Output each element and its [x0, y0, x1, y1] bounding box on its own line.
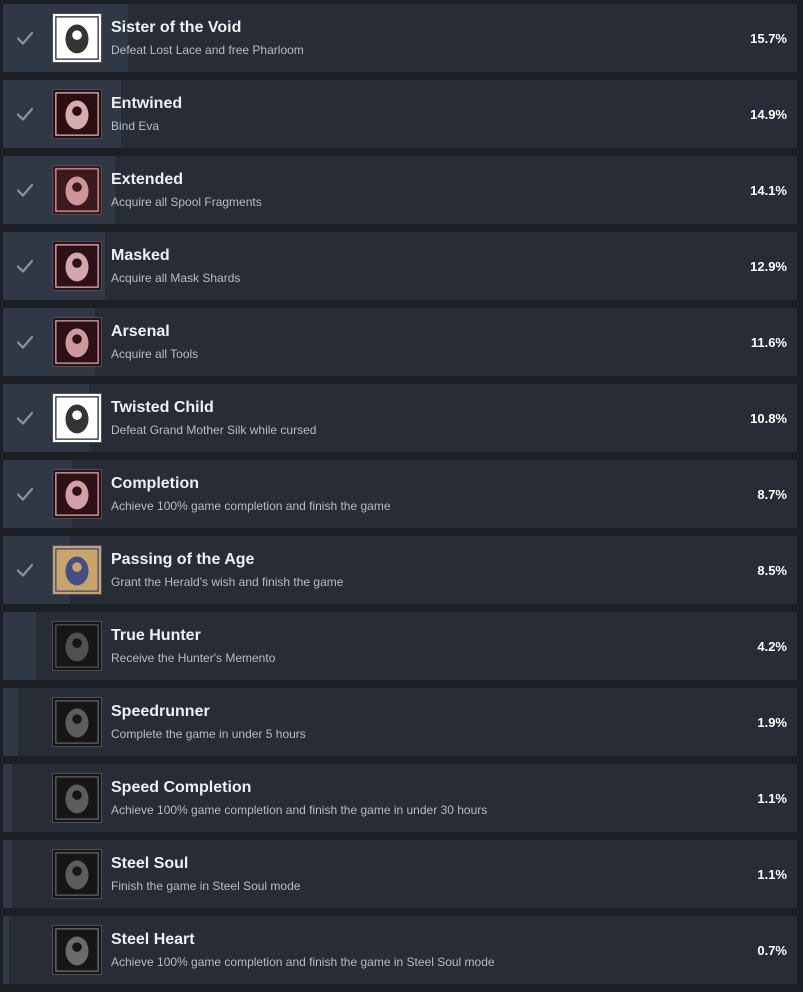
- tools-icon: [52, 317, 102, 367]
- checkmark-icon: [16, 487, 34, 501]
- achievement-name: Speedrunner: [111, 703, 210, 720]
- achievement-description: Achieve 100% game completion and finish …: [111, 803, 488, 817]
- achievement-unlock-percent: 8.5%: [757, 563, 787, 578]
- achievement-unlock-percent: 1.9%: [757, 715, 787, 730]
- achievement-description: Acquire all Tools: [111, 347, 199, 361]
- achievement-row[interactable]: Completion Achieve 100% game completion …: [3, 460, 797, 528]
- achievement-name: Steel Heart: [111, 931, 195, 948]
- checkmark-icon: [16, 183, 34, 197]
- checkmark-icon: [16, 335, 34, 349]
- checkmark-icon: [16, 411, 34, 425]
- achievement-row[interactable]: Sister of the Void Defeat Lost Lace and …: [3, 4, 797, 72]
- achievement-row[interactable]: True Hunter Receive the Hunter's Memento…: [3, 612, 797, 680]
- steel-heart-icon: [52, 925, 102, 975]
- achievement-name: Extended: [111, 171, 184, 188]
- achievement-unlock-percent: 12.9%: [750, 259, 787, 274]
- global-unlock-progress-fill: [3, 840, 12, 908]
- achievement-description: Finish the game in Steel Soul mode: [111, 879, 301, 893]
- herald-icon: [52, 545, 102, 595]
- achievement-row[interactable]: Steel Soul Finish the game in Steel Soul…: [3, 840, 797, 908]
- global-unlock-progress-fill: [3, 612, 37, 680]
- void-sister-icon: [52, 13, 102, 63]
- achievement-unlock-percent: 8.7%: [757, 487, 787, 502]
- achievement-name: Sister of the Void: [111, 19, 242, 36]
- global-unlock-progress-fill: [3, 764, 12, 832]
- achievement-unlock-percent: 11.6%: [750, 335, 787, 350]
- achievement-row[interactable]: Arsenal Acquire all Tools 11.6%: [3, 308, 797, 376]
- steel-soul-icon: [52, 849, 102, 899]
- achievement-unlock-percent: 1.1%: [757, 791, 787, 806]
- achievement-description: Defeat Lost Lace and free Pharloom: [111, 43, 304, 57]
- achievement-description: Achieve 100% game completion and finish …: [111, 955, 495, 969]
- checkmark-icon: [16, 107, 34, 121]
- checkmark-icon: [16, 31, 34, 45]
- achievement-description: Complete the game in under 5 hours: [111, 727, 306, 741]
- speed-completion-icon: [52, 773, 102, 823]
- achievement-description: Receive the Hunter's Memento: [111, 651, 276, 665]
- achievement-name: Completion: [111, 475, 199, 492]
- achievement-row[interactable]: Extended Acquire all Spool Fragments 14.…: [3, 156, 797, 224]
- checkmark-icon: [16, 259, 34, 273]
- achievement-row[interactable]: Steel Heart Achieve 100% game completion…: [3, 916, 797, 984]
- achievement-name: Arsenal: [111, 323, 170, 340]
- achievement-description: Defeat Grand Mother Silk while cursed: [111, 423, 317, 437]
- achievement-unlock-percent: 10.8%: [750, 411, 787, 426]
- achievement-unlock-percent: 1.1%: [757, 867, 787, 882]
- achievement-row[interactable]: Speedrunner Complete the game in under 5…: [3, 688, 797, 756]
- achievement-row[interactable]: Entwined Bind Eva 14.9%: [3, 80, 797, 148]
- checkmark-icon: [16, 563, 34, 577]
- achievement-unlock-percent: 14.9%: [750, 107, 787, 122]
- achievement-name: Twisted Child: [111, 399, 214, 416]
- achievement-row[interactable]: Passing of the Age Grant the Herald's wi…: [3, 536, 797, 604]
- achievement-description: Grant the Herald's wish and finish the g…: [111, 575, 344, 589]
- achievement-row[interactable]: Masked Acquire all Mask Shards 12.9%: [3, 232, 797, 300]
- hunter-memento-icon: [52, 621, 102, 671]
- achievement-description: Bind Eva: [111, 119, 160, 133]
- achievement-row[interactable]: Speed Completion Achieve 100% game compl…: [3, 764, 797, 832]
- global-unlock-progress-fill: [3, 688, 19, 756]
- speedrunner-icon: [52, 697, 102, 747]
- twisted-child-icon: [52, 393, 102, 443]
- entwined-spider-icon: [52, 89, 102, 139]
- achievement-name: Entwined: [111, 95, 183, 112]
- achievement-unlock-percent: 15.7%: [750, 31, 787, 46]
- achievement-list: Sister of the Void Defeat Lost Lace and …: [0, 0, 803, 992]
- achievement-name: Steel Soul: [111, 855, 189, 872]
- achievement-description: Acquire all Spool Fragments: [111, 195, 262, 209]
- global-unlock-progress-fill: [3, 916, 9, 984]
- achievement-name: Passing of the Age: [111, 551, 255, 568]
- achievement-name: True Hunter: [111, 627, 201, 644]
- completion-icon: [52, 469, 102, 519]
- achievement-name: Masked: [111, 247, 170, 264]
- achievement-description: Achieve 100% game completion and finish …: [111, 499, 391, 513]
- mask-shard-icon: [52, 241, 102, 291]
- achievement-unlock-percent: 4.2%: [757, 639, 787, 654]
- achievement-row[interactable]: Twisted Child Defeat Grand Mother Silk w…: [3, 384, 797, 452]
- achievement-unlock-percent: 14.1%: [750, 183, 787, 198]
- spool-icon: [52, 165, 102, 215]
- achievement-name: Speed Completion: [111, 779, 252, 796]
- achievement-description: Acquire all Mask Shards: [111, 271, 241, 285]
- achievement-unlock-percent: 0.7%: [757, 943, 787, 958]
